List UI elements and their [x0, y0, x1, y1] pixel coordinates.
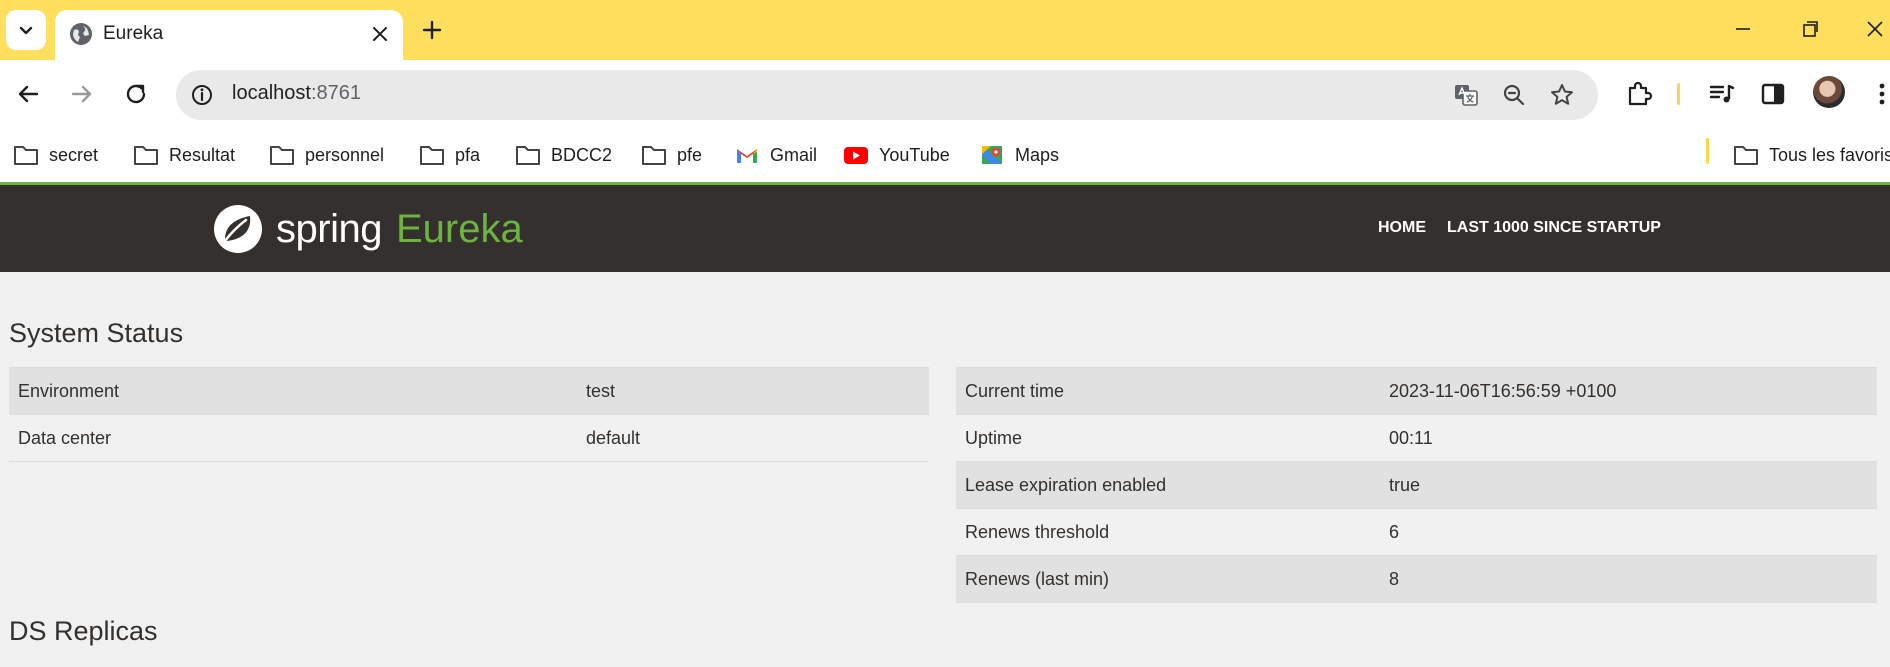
bookmark-label: pfe	[677, 144, 703, 165]
logo-eureka-text: Eureka	[395, 206, 523, 251]
globe-icon	[70, 23, 92, 45]
row-label: Uptime	[956, 414, 1380, 462]
url-host: localhost	[232, 82, 311, 104]
nav-last1000-link[interactable]: LAST 1000 SINCE STARTUP	[1447, 219, 1661, 237]
gmail-icon	[737, 149, 757, 163]
minimize-icon[interactable]	[1728, 14, 1758, 44]
bookmark-label: Resultat	[169, 144, 236, 165]
table-row: Uptime 00:11	[956, 414, 1877, 462]
row-value: default	[577, 414, 929, 462]
bookmark-all-favorites[interactable]: Tous les favoris	[1733, 140, 1890, 170]
table-row: Data center default	[9, 414, 929, 462]
bookmark-label: pfa	[455, 144, 481, 165]
bookmark-label: secret	[49, 144, 99, 165]
bookmark-pfe[interactable]: pfe	[641, 140, 702, 170]
close-window-icon[interactable]	[1860, 14, 1890, 44]
restore-icon[interactable]	[1795, 14, 1825, 44]
back-arrow-icon[interactable]	[12, 78, 44, 110]
bookmark-bdcc2[interactable]: BDCC2	[515, 140, 612, 170]
system-status-left-table: Environment test Data center default	[9, 367, 929, 462]
table-row: Environment test	[9, 367, 929, 415]
table-row: Lease expiration enabled true	[956, 461, 1877, 509]
row-value: 6	[1380, 508, 1877, 556]
bookmark-label: YouTube	[879, 144, 950, 165]
row-label: Renews threshold	[956, 508, 1380, 556]
nav-home-link[interactable]: HOME	[1378, 219, 1426, 237]
row-value: 2023-11-06T16:56:59 +0100	[1380, 367, 1877, 415]
table-row: Current time 2023-11-06T16:56:59 +0100	[956, 367, 1877, 415]
url-port: :8761	[310, 82, 361, 104]
bookmark-label: Tous les favoris	[1769, 144, 1890, 165]
chevron-down-icon	[19, 26, 33, 35]
eureka-navbar: spring Eureka HOME LAST 1000 SINCE START…	[0, 185, 1890, 272]
close-icon[interactable]	[369, 23, 391, 45]
folder-icon	[420, 146, 444, 165]
bookmark-secret[interactable]: secret	[13, 140, 98, 170]
url-text[interactable]: localhost:8761	[232, 82, 361, 105]
active-tab[interactable]: Eureka	[55, 10, 403, 60]
bookmark-label: personnel	[305, 144, 385, 165]
row-value: 00:11	[1380, 414, 1877, 462]
spring-leaf-icon	[214, 205, 262, 253]
row-label: Current time	[956, 367, 1380, 415]
row-label: Renews (last min)	[956, 555, 1380, 603]
folder-icon	[1734, 146, 1758, 165]
extensions-icon[interactable]	[1624, 78, 1656, 110]
bookmark-star-icon[interactable]	[1548, 81, 1576, 109]
new-tab-plus-icon[interactable]	[418, 16, 446, 44]
menu-kebab-icon[interactable]	[1866, 78, 1890, 110]
bookmarks-bar: secret Resultat personnel pfa BDCC2 pfe …	[0, 128, 1890, 182]
bookmark-personnel[interactable]: personnel	[269, 140, 384, 170]
bookmark-label: Maps	[1015, 144, 1060, 165]
side-panel-icon[interactable]	[1757, 78, 1789, 110]
row-value: 8	[1380, 555, 1877, 603]
table-row: Renews (last min) 8	[956, 555, 1877, 603]
bookmark-gmail[interactable]: Gmail	[734, 140, 817, 170]
table-row: Renews threshold 6	[956, 508, 1877, 556]
row-label: Environment	[9, 367, 577, 415]
bookmark-youtube[interactable]: YouTube	[843, 140, 950, 170]
bookmark-label: BDCC2	[551, 144, 613, 165]
profile-avatar[interactable]	[1813, 76, 1845, 108]
site-info-icon[interactable]	[186, 79, 218, 111]
row-value: test	[577, 367, 929, 415]
toolbar-separator	[1677, 83, 1680, 105]
media-queue-icon[interactable]	[1706, 78, 1738, 110]
zoom-out-icon[interactable]	[1500, 81, 1528, 109]
row-label: Lease expiration enabled	[956, 461, 1380, 509]
folder-icon	[270, 146, 294, 165]
row-label: Data center	[9, 414, 577, 462]
bookmark-pfa[interactable]: pfa	[419, 140, 480, 170]
system-status-right-table: Current time 2023-11-06T16:56:59 +0100 U…	[956, 367, 1877, 603]
bookmark-label: Gmail	[770, 144, 818, 165]
ds-replicas-heading: DS Replicas	[9, 616, 158, 646]
reload-icon[interactable]	[120, 78, 152, 110]
forward-arrow-icon[interactable]	[66, 78, 98, 110]
folder-icon	[134, 146, 158, 165]
youtube-icon	[844, 147, 868, 164]
maps-icon	[982, 146, 1002, 164]
bookmarks-separator	[1706, 138, 1709, 164]
folder-icon	[14, 146, 38, 165]
folder-icon	[642, 146, 666, 165]
row-value: true	[1380, 461, 1877, 509]
tab-title: Eureka	[103, 23, 164, 44]
logo-spring-text: spring	[276, 206, 382, 251]
translate-icon[interactable]	[1452, 81, 1480, 109]
tab-search-button[interactable]	[6, 10, 46, 50]
system-status-heading: System Status	[9, 318, 184, 348]
folder-icon	[516, 146, 540, 165]
tab-strip: Eureka	[0, 0, 1890, 60]
browser-toolbar: localhost:8761	[0, 60, 1890, 128]
bookmark-resultat[interactable]: Resultat	[133, 140, 235, 170]
bookmark-maps[interactable]: Maps	[979, 140, 1059, 170]
spring-eureka-logo[interactable]: spring Eureka	[212, 202, 523, 256]
address-bar[interactable]: localhost:8761	[176, 70, 1598, 120]
